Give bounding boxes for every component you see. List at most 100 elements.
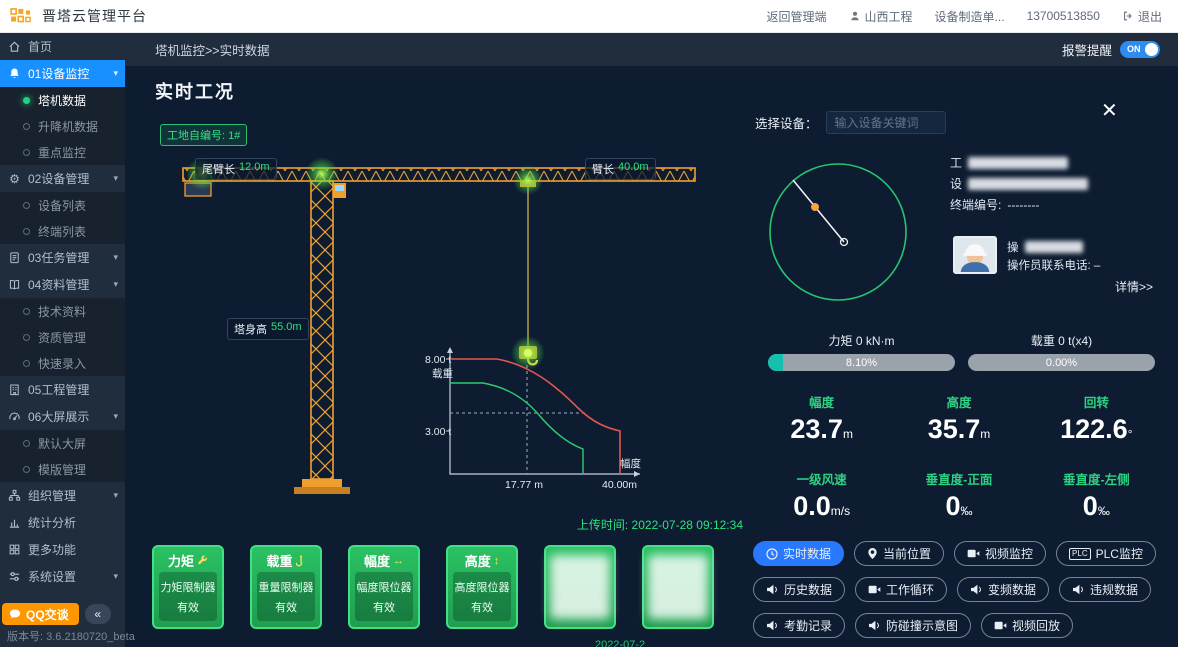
speaker-icon [1072,584,1085,595]
status-box-redacted-1 [544,545,616,629]
book-icon [7,278,22,291]
sidebar-item-system-settings[interactable]: 系统设置 ▾ [0,563,125,590]
plc-icon: PLC [1069,548,1091,560]
back-to-admin-link[interactable]: 返回管理端 [767,8,827,25]
svg-text:40.00m: 40.00m [602,479,637,491]
page-title: 实时工况 [155,78,235,104]
logo-icon [10,5,34,27]
video-playback-button[interactable]: 视频回放 [981,613,1073,638]
main-content: 实时工况 [125,66,1178,647]
sidebar-item-org-manage[interactable]: 组织管理 ▾ [0,482,125,509]
sidebar-item-document-manage[interactable]: 04资料管理 ▾ [0,271,125,298]
org-name[interactable]: 设备制造单... [935,8,1005,25]
redacted-text [968,178,1088,190]
site-number-tag: 工地自编号: 1# [160,124,247,146]
phone-number: 13700513850 [1027,9,1100,23]
inverter-data-button[interactable]: 变频数据 [957,577,1049,602]
sidebar-item-big-screen[interactable]: 06大屏展示 ▾ [0,403,125,430]
logout-button[interactable]: 退出 [1122,8,1162,25]
work-cycle-button[interactable]: 工作循环 [855,577,947,602]
sidebar-item-tech-docs[interactable]: 技术资料 [0,298,125,324]
current-user[interactable]: 山西工程 [849,8,913,25]
current-location-button[interactable]: 当前位置 [854,541,944,566]
plc-monitor-button[interactable]: PLCPLC监控 [1056,541,1156,566]
sidebar-item-device-monitor[interactable]: 01设备监控 ▾ [0,60,125,87]
telemetry-stats: 幅度 23.7m 高度 35.7m 回转 122.6° 一级风速 0.0m/s … [753,392,1165,522]
svg-text:幅度: 幅度 [620,457,641,470]
sidebar-item-device-list[interactable]: 设备列表 [0,192,125,218]
stat-radius: 幅度 23.7m [753,392,890,445]
alarm-label: 报警提醒 [1062,40,1112,59]
bell-icon [7,67,22,80]
sidebar-item-home[interactable]: 首页 [0,33,125,60]
sidebar-item-default-screen[interactable]: 默认大屏 [0,430,125,456]
dot-icon [23,440,30,447]
sliders-icon [7,570,22,583]
sidebar-item-statistics[interactable]: 统计分析 [0,509,125,536]
history-data-button[interactable]: 历史数据 [753,577,845,602]
qq-chat-button[interactable]: QQ交谈 [2,603,79,625]
device-select-label: 选择设备： [755,113,818,132]
blur-overlay [550,555,610,619]
sidebar-item-project-manage[interactable]: 05工程管理 [0,376,125,403]
status-box-height: 高度 ↕ 高度限位器有效 [446,545,518,629]
dot-icon [23,228,30,235]
svg-text:载重: 载重 [432,367,453,380]
sidebar-item-task-manage[interactable]: 03任务管理 ▾ [0,244,125,271]
chevron-down-icon: ▾ [113,411,118,422]
tower-height-label: 塔身高55.0m [227,318,309,340]
stat-height: 高度 35.7m [890,392,1027,445]
user-icon [849,10,861,22]
dot-icon [23,149,30,156]
rear-jib-length-label: 尾臂长12.0m [195,158,277,180]
device-select-row: 选择设备： [755,111,946,134]
violation-data-button[interactable]: 违规数据 [1059,577,1151,602]
status-box-torque: 力矩 力矩限制器有效 [152,545,224,629]
sidebar-item-device-manage[interactable]: ⚙ 02设备管理 ▾ [0,165,125,192]
video-camera-icon [868,584,881,595]
qq-row: QQ交谈 « [2,603,111,625]
horizontal-arrows-icon: ↔ [393,555,404,567]
sidebar-item-key-monitor[interactable]: 重点监控 [0,139,125,165]
alarm-reminder: 报警提醒 ON [1062,40,1160,59]
close-panel-button[interactable]: ✕ [1101,98,1118,123]
chevron-down-icon: ▾ [113,173,118,184]
device-search-input[interactable] [826,111,946,134]
sidebar-item-qualification[interactable]: 资质管理 [0,324,125,350]
sidebar-item-more-functions[interactable]: 更多功能 [0,536,125,563]
chevron-down-icon: ▾ [113,571,118,582]
breadcrumb: 塔机监控>>实时数据 [155,40,270,59]
blur-overlay [648,555,708,619]
stat-verticality-left: 垂直度-左侧 0‰ [1028,469,1165,522]
jib-length-label: 臂长40.0m [585,158,656,180]
dot-icon [23,123,30,130]
svg-text:17.77 m: 17.77 m [505,479,543,491]
chevron-down-icon: ▾ [113,252,118,263]
collapse-sidebar-button[interactable]: « [85,604,111,624]
video-monitor-button[interactable]: 视频监控 [954,541,1046,566]
speaker-icon [868,620,881,631]
operator-info: 操 操作员联系电话: – [1007,236,1100,274]
chevron-down-icon: ▾ [113,279,118,290]
svg-text:8.00 t: 8.00 t [425,354,451,366]
alarm-toggle[interactable]: ON [1120,41,1160,58]
load-progress-bar: 0.00% [968,354,1155,371]
sidebar-item-template-manage[interactable]: 模版管理 [0,456,125,482]
torque-bar-group: 力矩 0 kN·m 8.10% [768,332,955,371]
panel-button-grid: 实时数据 当前位置 视频监控 PLCPLC监控 历史数据 工作循环 [753,541,1173,638]
sidebar-item-hoist-data[interactable]: 升降机数据 [0,113,125,139]
sidebar-item-terminal-list[interactable]: 终端列表 [0,218,125,244]
sidebar: 首页 01设备监控 ▾ 塔机数据 升降机数据 重点监控 ⚙ 02设备管理 ▾ 设… [0,33,125,647]
status-box-radius: 幅度 ↔ 幅度限位器有效 [348,545,420,629]
attendance-record-button[interactable]: 考勤记录 [753,613,845,638]
dot-icon [23,466,30,473]
home-icon [7,40,22,53]
sidebar-item-tower-data[interactable]: 塔机数据 [0,87,125,113]
anti-collision-diagram-button[interactable]: 防碰撞示意图 [855,613,971,638]
status-box-redacted-2 [642,545,714,629]
sidebar-item-quick-entry[interactable]: 快速录入 [0,350,125,376]
crane-diagram: 工地自编号: 1# 尾臂长12.0m 臂长40.0m 塔身高55.0m 8.00… [145,106,745,543]
details-link[interactable]: 详情>> [1115,278,1153,295]
realtime-data-button[interactable]: 实时数据 [753,541,844,566]
chevron-down-icon: ▾ [113,490,118,501]
